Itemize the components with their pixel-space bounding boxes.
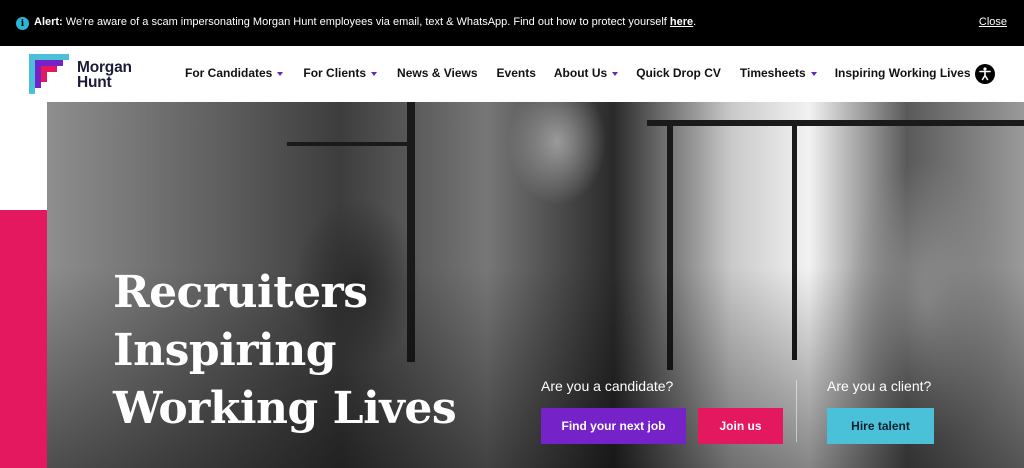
morgan-hunt-logo[interactable]: Morgan Hunt	[29, 54, 159, 96]
join-us-button[interactable]: Join us	[698, 408, 783, 444]
cta-divider	[796, 380, 797, 442]
logo-line-1: Morgan	[77, 59, 132, 76]
hero-title-line-1: Recruiters	[113, 267, 368, 318]
nav-label: Quick Drop CV	[636, 66, 721, 80]
chevron-down-icon	[277, 71, 284, 76]
chevron-down-icon	[371, 71, 378, 76]
main-nav: For Candidates For Clients News & Views …	[185, 66, 971, 80]
nav-label: News & Views	[397, 66, 478, 80]
client-question: Are you a client?	[827, 378, 932, 394]
alert-label: Alert:	[34, 16, 63, 28]
chevron-down-icon	[612, 71, 619, 76]
find-job-button[interactable]: Find your next job	[541, 408, 686, 444]
alert-here-link[interactable]: here	[670, 16, 693, 28]
hero-banner: Recruiters Inspiring Working Lives Are y…	[0, 102, 1024, 468]
chevron-down-icon	[810, 71, 817, 76]
info-icon: i	[16, 17, 29, 30]
side-pink-bar	[0, 210, 47, 468]
logo-mark-icon	[29, 54, 69, 94]
candidate-question: Are you a candidate?	[541, 378, 674, 394]
nav-about-us[interactable]: About Us	[553, 66, 619, 80]
alert-bar: i Alert: We're aware of a scam impersona…	[0, 0, 1024, 46]
nav-quick-drop-cv[interactable]: Quick Drop CV	[636, 66, 721, 80]
hire-talent-button[interactable]: Hire talent	[827, 408, 934, 444]
site-header: Morgan Hunt For Candidates For Clients N…	[0, 46, 1024, 102]
alert-period: .	[693, 16, 697, 28]
nav-label: For Candidates	[185, 66, 273, 80]
hero-title-line-2: Inspiring	[113, 325, 336, 376]
hero-title-line-3: Working Lives	[113, 383, 457, 434]
nav-for-clients[interactable]: For Clients	[303, 66, 378, 80]
logo-line-2: Hunt	[77, 74, 112, 91]
nav-label: Events	[496, 66, 536, 80]
nav-timesheets[interactable]: Timesheets	[740, 66, 817, 80]
side-white-block	[0, 102, 47, 210]
nav-label: For Clients	[303, 66, 367, 80]
nav-inspiring-working-lives[interactable]: Inspiring Working Lives	[835, 66, 971, 80]
accessibility-icon[interactable]	[975, 64, 995, 84]
alert-message: Alert: We're aware of a scam impersonati…	[34, 16, 696, 28]
nav-events[interactable]: Events	[497, 66, 536, 80]
nav-label: Inspiring Working Lives	[834, 66, 971, 80]
nav-label: About Us	[553, 66, 608, 80]
alert-close-link[interactable]: Close	[979, 16, 1007, 28]
nav-for-candidates[interactable]: For Candidates	[185, 66, 284, 80]
logo-wordmark: Morgan Hunt	[77, 59, 132, 91]
nav-news-views[interactable]: News & Views	[397, 66, 477, 80]
nav-label: Timesheets	[739, 66, 806, 80]
alert-body: We're aware of a scam impersonating Morg…	[62, 16, 670, 28]
hero-title: Recruiters Inspiring Working Lives	[113, 264, 457, 438]
